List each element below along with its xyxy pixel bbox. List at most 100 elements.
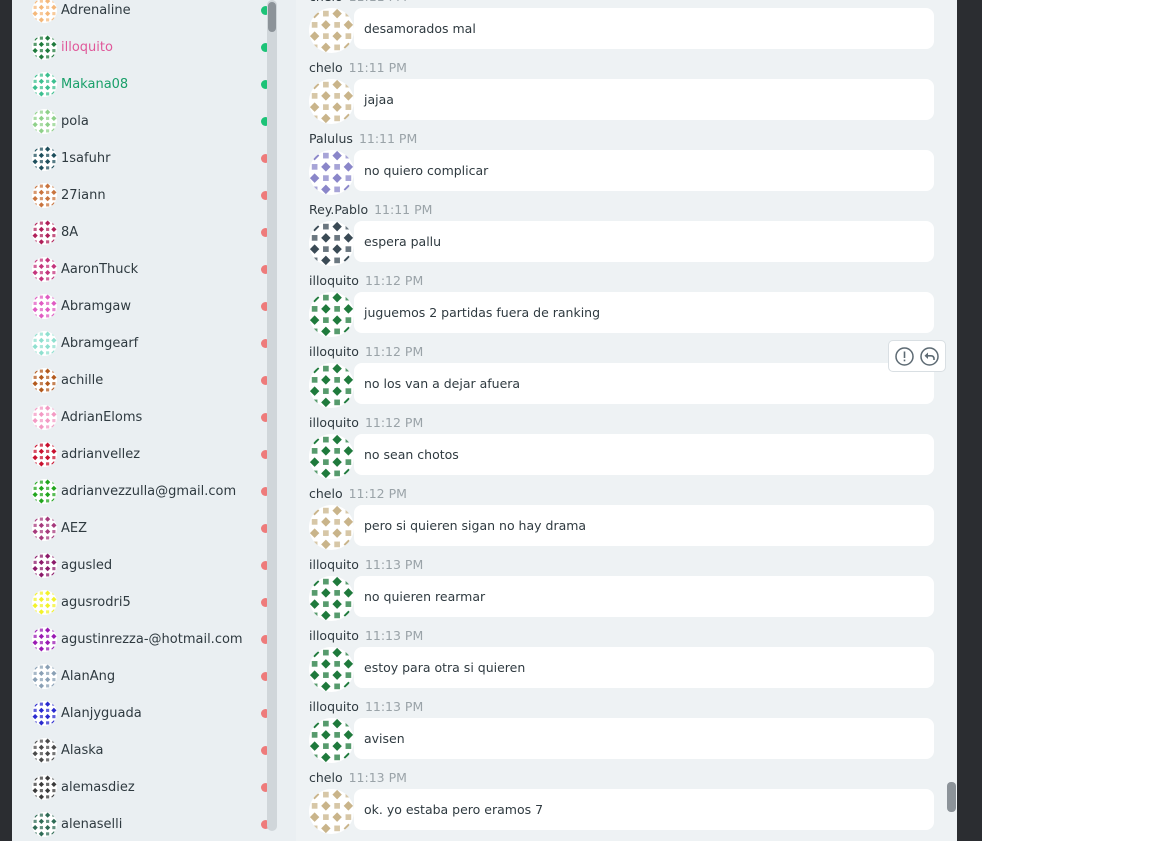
avatar — [32, 0, 57, 23]
message-time: 11:13 PM — [364, 699, 424, 714]
avatar[interactable] — [309, 363, 354, 408]
message-author[interactable]: Palulus — [309, 131, 353, 146]
user-name: AdrianEloms — [61, 410, 143, 425]
message-actions — [888, 340, 946, 372]
message-author[interactable]: Rey.Pablo — [309, 202, 368, 217]
message-time: 11:12 PM — [364, 344, 424, 359]
message-header: chelo 11:13 PM — [309, 770, 407, 785]
user-list-item[interactable]: agusrodri5 — [12, 584, 270, 621]
avatar — [32, 812, 57, 837]
user-list-item[interactable]: Abramgaw — [12, 288, 270, 325]
avatar[interactable] — [309, 789, 354, 834]
user-list-item[interactable]: illoquito — [12, 29, 270, 66]
user-list-item[interactable]: achille — [12, 362, 270, 399]
user-list-item[interactable]: pola — [12, 103, 270, 140]
message-time: 11:12 PM — [364, 415, 424, 430]
message-text: desamorados mal — [354, 8, 934, 49]
user-list-item[interactable]: AdrianEloms — [12, 399, 270, 436]
avatar[interactable] — [309, 150, 354, 195]
message-header: illoquito 11:12 PM — [309, 344, 423, 359]
user-list-item[interactable]: adrianvellez — [12, 436, 270, 473]
user-list-item[interactable]: alemasdiez — [12, 769, 270, 806]
user-name: pola — [61, 114, 89, 129]
avatar — [32, 627, 57, 652]
avatar — [32, 738, 57, 763]
message-header: illoquito 11:13 PM — [309, 557, 423, 572]
user-name: 8A — [61, 225, 79, 240]
user-name: adrianvellez — [61, 447, 141, 462]
chat-scrollbar-thumb[interactable] — [947, 782, 956, 812]
sidebar-scrollbar-thumb[interactable] — [268, 2, 276, 32]
message-author[interactable]: chelo — [309, 486, 343, 501]
message-time: 11:11 PM — [349, 0, 407, 4]
user-list-item[interactable]: Makana08 — [12, 66, 270, 103]
user-name: Abramgearf — [61, 336, 139, 351]
chat-panel: chelo 11:11 PMdesamorados malchelo 11:11… — [296, 0, 946, 841]
avatar — [32, 257, 57, 282]
avatar[interactable] — [309, 647, 354, 692]
message-author[interactable]: illoquito — [309, 699, 359, 714]
user-list-item[interactable]: 1safuhr — [12, 140, 270, 177]
message: Palulus 11:11 PM no quiero complicar — [296, 131, 946, 202]
message-author[interactable]: chelo — [309, 0, 343, 4]
avatar — [32, 72, 57, 97]
user-list-item[interactable]: AaronThuck — [12, 251, 270, 288]
avatar — [32, 405, 57, 430]
user-list-item[interactable]: Adrenaline — [12, 0, 270, 29]
user-list-item[interactable]: alenaselli — [12, 806, 270, 841]
avatar[interactable] — [309, 221, 354, 266]
message-author[interactable]: chelo — [309, 60, 343, 75]
user-sidebar: Adrenaline illoquito Makana08 pola 1safuhr 27… — [12, 0, 296, 841]
user-list-item[interactable]: Abramgearf — [12, 325, 270, 362]
avatar[interactable] — [309, 718, 354, 763]
avatar[interactable] — [309, 434, 354, 479]
message-text: juguemos 2 partidas fuera de ranking — [354, 292, 934, 333]
message: illoquito 11:12 PM juguemos 2 partidas fu… — [296, 273, 946, 344]
avatar — [32, 109, 57, 134]
avatar — [32, 146, 57, 171]
message-author[interactable]: illoquito — [309, 557, 359, 572]
user-list-item[interactable]: AEZ — [12, 510, 270, 547]
report-icon[interactable] — [894, 346, 915, 367]
message-text: avisen — [354, 718, 934, 759]
user-list-item[interactable]: agusled — [12, 547, 270, 584]
user-list-item[interactable]: Alaska — [12, 732, 270, 769]
message-author[interactable]: chelo — [309, 770, 343, 785]
message-author[interactable]: illoquito — [309, 273, 359, 288]
user-list-item[interactable]: AlanAng — [12, 658, 270, 695]
avatar — [32, 220, 57, 245]
message-time: 11:13 PM — [364, 557, 424, 572]
user-list-item[interactable]: 8A — [12, 214, 270, 251]
avatar — [32, 368, 57, 393]
user-name: agusled — [61, 558, 113, 573]
right-edge — [957, 0, 982, 841]
message-time: 11:12 PM — [364, 273, 424, 288]
sidebar-scrollbar-track[interactable] — [267, 0, 277, 831]
left-edge — [0, 0, 12, 841]
avatar[interactable] — [309, 8, 354, 53]
reply-icon[interactable] — [919, 346, 940, 367]
avatar — [32, 516, 57, 541]
message-text: espera pallu — [354, 221, 934, 262]
user-list-item[interactable]: agustinrezza-@hotmail.com — [12, 621, 270, 658]
message-author[interactable]: illoquito — [309, 344, 359, 359]
message: illoquito 11:12 PM no los van a dejar afu… — [296, 344, 946, 415]
user-list-item[interactable]: adrianvezzulla@gmail.com — [12, 473, 270, 510]
user-name: 1safuhr — [61, 151, 111, 166]
message-header: Palulus 11:11 PM — [309, 131, 417, 146]
message: illoquito 11:13 PM avisen — [296, 699, 946, 770]
chat-scrollbar-track[interactable] — [946, 0, 957, 841]
user-name: Alaska — [61, 743, 104, 758]
avatar[interactable] — [309, 292, 354, 337]
avatar[interactable] — [309, 576, 354, 621]
user-list-item[interactable]: 27iann — [12, 177, 270, 214]
message-header: illoquito 11:13 PM — [309, 628, 423, 643]
message-author[interactable]: illoquito — [309, 628, 359, 643]
avatar — [32, 479, 57, 504]
avatar[interactable] — [309, 505, 354, 550]
user-name: agusrodri5 — [61, 595, 131, 610]
avatar[interactable] — [309, 79, 354, 124]
user-list-item[interactable]: Alanjyguada — [12, 695, 270, 732]
message-author[interactable]: illoquito — [309, 415, 359, 430]
message-header: illoquito 11:12 PM — [309, 415, 423, 430]
